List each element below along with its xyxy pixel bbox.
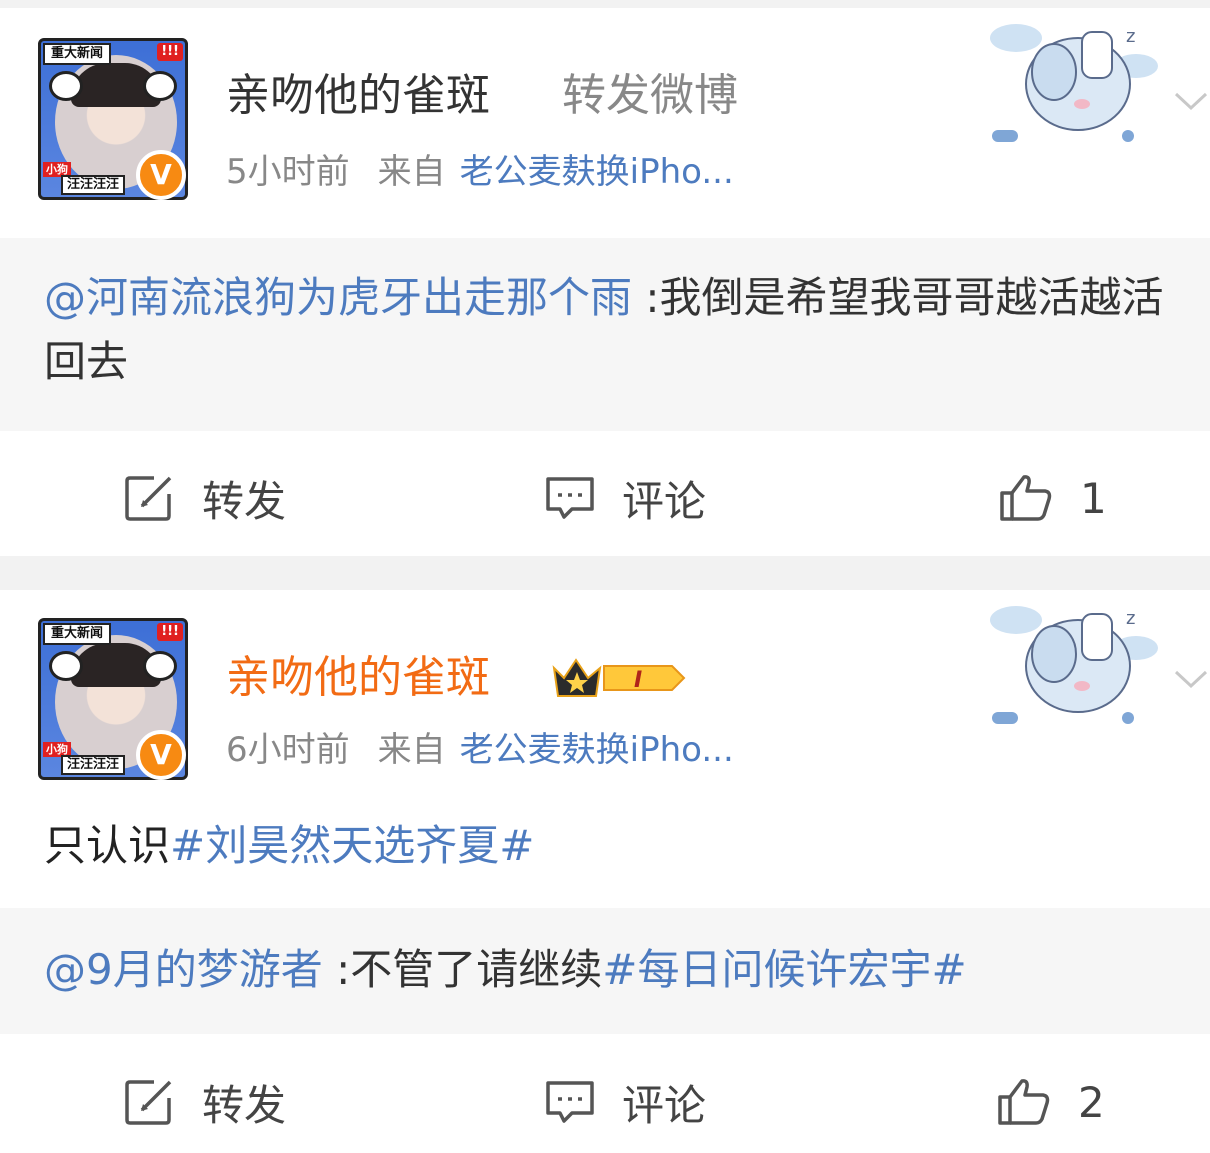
svg-text:z: z: [1126, 608, 1135, 629]
post-body: 只认识#刘昊然天选齐夏#: [44, 814, 534, 878]
post-topic-link[interactable]: #刘昊然天选齐夏#: [170, 821, 534, 870]
from-label: 来自: [377, 730, 446, 770]
avatar-wang-tag: 汪汪汪汪: [61, 175, 126, 195]
post-source[interactable]: 老公麦麸换iPho...: [460, 152, 734, 192]
comment-label-text: 评论: [622, 1080, 707, 1130]
post-body-text: 只认识: [44, 821, 171, 870]
verified-badge-icon: V: [136, 730, 186, 780]
quoted-text: @河南流浪狗为虎牙出走那个雨 :我倒是希望我哥哥越活越活回去: [44, 266, 1194, 394]
like-count: 1: [1080, 473, 1107, 523]
comment-label-text: 评论: [622, 476, 707, 526]
sleeping-elephant-sticker: z: [990, 24, 1158, 142]
avatar-news-tag: 重大新闻: [43, 43, 112, 65]
quoted-mention[interactable]: @河南流浪狗为虎牙出走那个雨: [44, 273, 632, 322]
repost-label-text: 转发: [202, 476, 287, 526]
crown-icon[interactable]: I: [550, 654, 688, 702]
comment-button[interactable]: 评论: [544, 1072, 706, 1132]
member-level: I: [634, 668, 642, 693]
feed-card-1[interactable]: 重大新闻 !!! 小狗 汪汪汪汪 V 亲吻他的雀斑 转发微博 5小时前 来自 老公麦…: [0, 8, 1210, 556]
avatar-alert-tag: !!!: [157, 43, 183, 61]
quoted-topic-link[interactable]: #每日问候许宏宇#: [602, 945, 966, 994]
from-label: 来自: [377, 152, 446, 192]
avatar[interactable]: 重大新闻 !!! 小狗 汪汪汪汪 V: [38, 618, 188, 780]
repost-icon: [125, 1080, 172, 1125]
author-name[interactable]: 亲吻他的雀斑: [226, 650, 490, 706]
avatar-news-tag: 重大新闻: [43, 623, 112, 645]
repost-label-text: 转发: [202, 1080, 287, 1130]
avatar[interactable]: 重大新闻 !!! 小狗 汪汪汪汪 V: [38, 38, 188, 200]
post-time: 5小时前: [226, 152, 350, 192]
like-button[interactable]: 1: [998, 468, 1107, 528]
quoted-text: @9月的梦游者 :不管了请继续#每日问候许宏宇#: [44, 938, 1194, 1002]
chevron-down-icon[interactable]: [1172, 88, 1210, 118]
sleeping-elephant-sticker: z: [990, 606, 1158, 724]
author-name[interactable]: 亲吻他的雀斑: [226, 68, 490, 124]
avatar-alert-tag: !!!: [157, 623, 183, 641]
post-meta: 5小时前 来自 老公麦麸换iPho...: [226, 150, 734, 194]
comment-button[interactable]: 评论: [544, 468, 706, 528]
like-icon: [1000, 475, 1052, 521]
like-icon: [998, 1079, 1050, 1125]
like-count: 2: [1078, 1077, 1105, 1127]
svg-text:z: z: [1126, 26, 1135, 47]
post-meta: 6小时前 来自 老公麦麸换iPho...: [226, 728, 734, 772]
comment-icon: [546, 477, 594, 519]
repost-icon: [125, 476, 172, 521]
repost-label: 转发微博: [562, 70, 738, 121]
feed-card-2[interactable]: 重大新闻 !!! 小狗 汪汪汪汪 V 亲吻他的雀斑 I 6小时前 来自 老公麦麸换i…: [0, 590, 1210, 1153]
quoted-mention[interactable]: @9月的梦游者: [44, 945, 323, 994]
post-source[interactable]: 老公麦麸换iPho...: [460, 730, 734, 770]
quoted-post[interactable]: @9月的梦游者 :不管了请继续#每日问候许宏宇#: [0, 908, 1210, 1034]
chevron-down-icon[interactable]: [1172, 666, 1210, 696]
like-button[interactable]: 2: [996, 1072, 1105, 1132]
avatar-wang-tag: 汪汪汪汪: [61, 755, 126, 775]
repost-button[interactable]: 转发: [124, 1072, 286, 1132]
quoted-post[interactable]: @河南流浪狗为虎牙出走那个雨 :我倒是希望我哥哥越活越活回去: [0, 238, 1210, 431]
repost-button[interactable]: 转发: [124, 468, 286, 528]
post-time: 6小时前: [226, 730, 350, 770]
quoted-body: :不管了请继续: [322, 945, 603, 994]
comment-icon: [546, 1081, 594, 1123]
verified-badge-icon: V: [136, 150, 186, 200]
